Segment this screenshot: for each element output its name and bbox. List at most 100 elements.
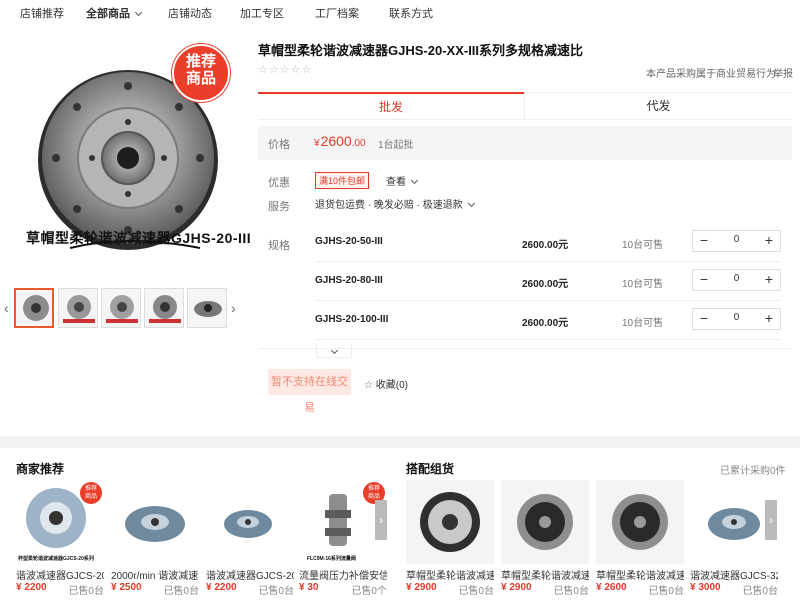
thumbnail-strip: ‹ › xyxy=(0,288,240,328)
service-label: 服务 xyxy=(268,201,290,213)
thumb-reducer-icon xyxy=(194,301,222,317)
promo-view-link[interactable]: 查看 xyxy=(386,173,419,188)
store-nav: 店铺推荐 全部商品 店铺动态 加工专区 工厂档案 联系方式 xyxy=(0,0,800,24)
card-name: 流量阀压力补偿安信... xyxy=(299,571,387,580)
minus-icon[interactable]: − xyxy=(693,309,715,329)
product-title: 草帽型柔轮谐波减速器GJHS-20-XX-III系列多规格减速比 xyxy=(258,43,584,58)
thumb-reducer-icon xyxy=(63,295,95,323)
product-thumb: 推荐 商品 杯型柔轮谐波减速器GJCS-20系列 xyxy=(16,480,104,564)
minus-icon[interactable]: − xyxy=(693,231,715,251)
spec-name: GJHS-20-50-III xyxy=(315,236,383,247)
reducer-thumb-icon xyxy=(224,510,272,538)
tab-dropship[interactable]: 代发 xyxy=(524,92,792,120)
plus-icon[interactable]: + xyxy=(758,309,780,329)
card-sold: 已售0台 xyxy=(648,586,684,597)
nav-factory-profile[interactable]: 工厂档案 xyxy=(315,5,359,21)
reducer-thumb-icon xyxy=(517,494,573,550)
favorite-button[interactable]: ☆ 收藏(0) xyxy=(364,376,408,391)
badge-line1: 推荐 xyxy=(185,53,216,70)
card-name: 谐波减速器GJCS-32-... xyxy=(690,571,778,580)
thumbnail-3[interactable] xyxy=(101,288,141,328)
nav-all-products[interactable]: 全部商品 xyxy=(86,5,143,21)
price-box: 价格 ¥2600.00 1台起批 xyxy=(258,126,792,160)
quantity-input[interactable]: 0 xyxy=(715,234,758,245)
combo-card[interactable]: 草帽型柔轮谐波减速... ¥ 2900 已售0台 xyxy=(406,480,494,597)
card-sold: 已售0台 xyxy=(68,586,104,597)
card-name: 2000r/min 谐波减速... xyxy=(111,571,199,580)
thumb-reducer-icon xyxy=(149,295,181,323)
card-price: ¥ 2900 xyxy=(406,582,437,593)
combo-card[interactable]: 草帽型柔轮谐波减速... ¥ 2600 已售0台 xyxy=(596,480,684,597)
thumb-reducer-icon xyxy=(23,295,49,321)
card-name: 谐波减速器GJCS-20-... xyxy=(16,571,104,580)
currency-symbol: ¥ xyxy=(314,138,320,149)
thumbnail-4[interactable] xyxy=(144,288,184,328)
card-sold: 已售0台 xyxy=(553,586,589,597)
tab-wholesale[interactable]: 批发 xyxy=(258,92,524,120)
minus-icon[interactable]: − xyxy=(693,270,715,290)
nav-processing-zone[interactable]: 加工专区 xyxy=(240,5,284,21)
card-name: 草帽型柔轮谐波减速... xyxy=(406,571,494,580)
thumb-caption: 杯型柔轮谐波减速器GJCS-20系列 xyxy=(18,556,94,562)
section-divider xyxy=(0,436,800,448)
spec-stock: 10台可售 xyxy=(622,279,664,290)
card-name: 草帽型柔轮谐波减速... xyxy=(501,571,589,580)
recommend-card[interactable]: 谐波减速器GJCS-20-... ¥ 2200 已售0台 xyxy=(206,480,294,597)
card-sold: 已售0个 xyxy=(351,586,387,597)
chevron-right-icon[interactable]: › xyxy=(765,500,777,540)
spec-name: GJHS-20-100-III xyxy=(315,314,389,325)
quantity-input[interactable]: 0 xyxy=(715,273,758,284)
recommend-card[interactable]: 2000r/min 谐波减速... ¥ 2500 已售0台 xyxy=(111,480,199,597)
thumbnail-2[interactable] xyxy=(58,288,98,328)
card-price: ¥ 2200 xyxy=(16,582,47,593)
card-sold: 已售0台 xyxy=(458,586,494,597)
combo-purchase-count: 已累计采购0件 xyxy=(720,466,786,477)
plus-icon[interactable]: + xyxy=(758,231,780,251)
price-label: 价格 xyxy=(268,139,290,151)
card-price: ¥ 2500 xyxy=(111,582,142,593)
recommend-card[interactable]: 推荐商品 杯型柔轮谐波减速器GJCS-20系列 谐波减速器GJCS-20-...… xyxy=(16,480,104,597)
price-integer: 2600 xyxy=(320,133,352,149)
chevron-down-icon xyxy=(330,346,338,355)
chevron-down-icon xyxy=(134,8,143,17)
badge-line2: 商品 xyxy=(185,70,216,87)
product-thumb: 推荐 商品 FLC9M-16系列流量阀 xyxy=(299,480,387,564)
product-thumb xyxy=(406,480,494,564)
chevron-down-icon xyxy=(467,199,475,208)
quantity-input[interactable]: 0 xyxy=(715,312,758,323)
card-name: 谐波减速器GJCS-20-... xyxy=(206,571,294,580)
chevron-left-icon[interactable]: ‹ xyxy=(4,300,9,316)
mini-badge-line1: 推荐 xyxy=(84,486,97,492)
thumb-caption: FLC9M-16系列流量阀 xyxy=(307,556,356,562)
spec-label: 规格 xyxy=(268,240,290,252)
combo-card[interactable]: 草帽型柔轮谐波减速... ¥ 2900 已售0台 xyxy=(501,480,589,597)
price-decimal: .00 xyxy=(351,138,366,149)
quantity-stepper: − 0 + xyxy=(692,269,781,291)
report-link[interactable]: 举报 xyxy=(773,65,793,80)
plus-icon[interactable]: + xyxy=(758,270,780,290)
nav-contact[interactable]: 联系方式 xyxy=(389,5,433,21)
combo-title: 搭配组货 xyxy=(406,462,455,476)
no-online-trade-button[interactable]: 暂不支持在线交易 xyxy=(268,369,351,414)
reducer-thumb-icon xyxy=(125,506,185,542)
service-text-label: 退货包运费 · 晚发必赔 · 极速退款 xyxy=(315,200,463,211)
promo-tag: 满10件包邮 xyxy=(315,172,370,189)
service-text[interactable]: 退货包运费 · 晚发必赔 · 极速退款 xyxy=(315,196,475,211)
mini-badge-line1: 推荐 xyxy=(367,486,380,492)
product-thumb xyxy=(111,480,199,564)
thumbnail-5[interactable] xyxy=(187,288,227,328)
thumb-reducer-icon xyxy=(106,295,138,323)
chevron-right-icon[interactable]: › xyxy=(231,300,236,316)
recommend-card[interactable]: 推荐商品 FLC9M-16系列流量阀 流量阀压力补偿安信... ¥ 30 已售0… xyxy=(299,480,387,597)
product-thumb xyxy=(596,480,684,564)
spec-row: GJHS-20-80-III 2600.00元 10台可售 − 0 + xyxy=(315,263,781,301)
spec-price: 2600.00元 xyxy=(522,240,569,251)
spec-row: GJHS-20-100-III 2600.00元 10台可售 − 0 + xyxy=(315,302,781,340)
nav-store-recommend[interactable]: 店铺推荐 xyxy=(20,5,64,21)
thumbnail-1[interactable] xyxy=(14,288,54,328)
nav-store-news[interactable]: 店铺动态 xyxy=(168,5,212,21)
expand-specs-button[interactable] xyxy=(316,344,352,358)
min-order: 1台起批 xyxy=(378,140,414,151)
chevron-right-icon[interactable]: › xyxy=(375,500,387,540)
spec-row: GJHS-20-50-III 2600.00元 10台可售 − 0 + xyxy=(315,224,781,262)
